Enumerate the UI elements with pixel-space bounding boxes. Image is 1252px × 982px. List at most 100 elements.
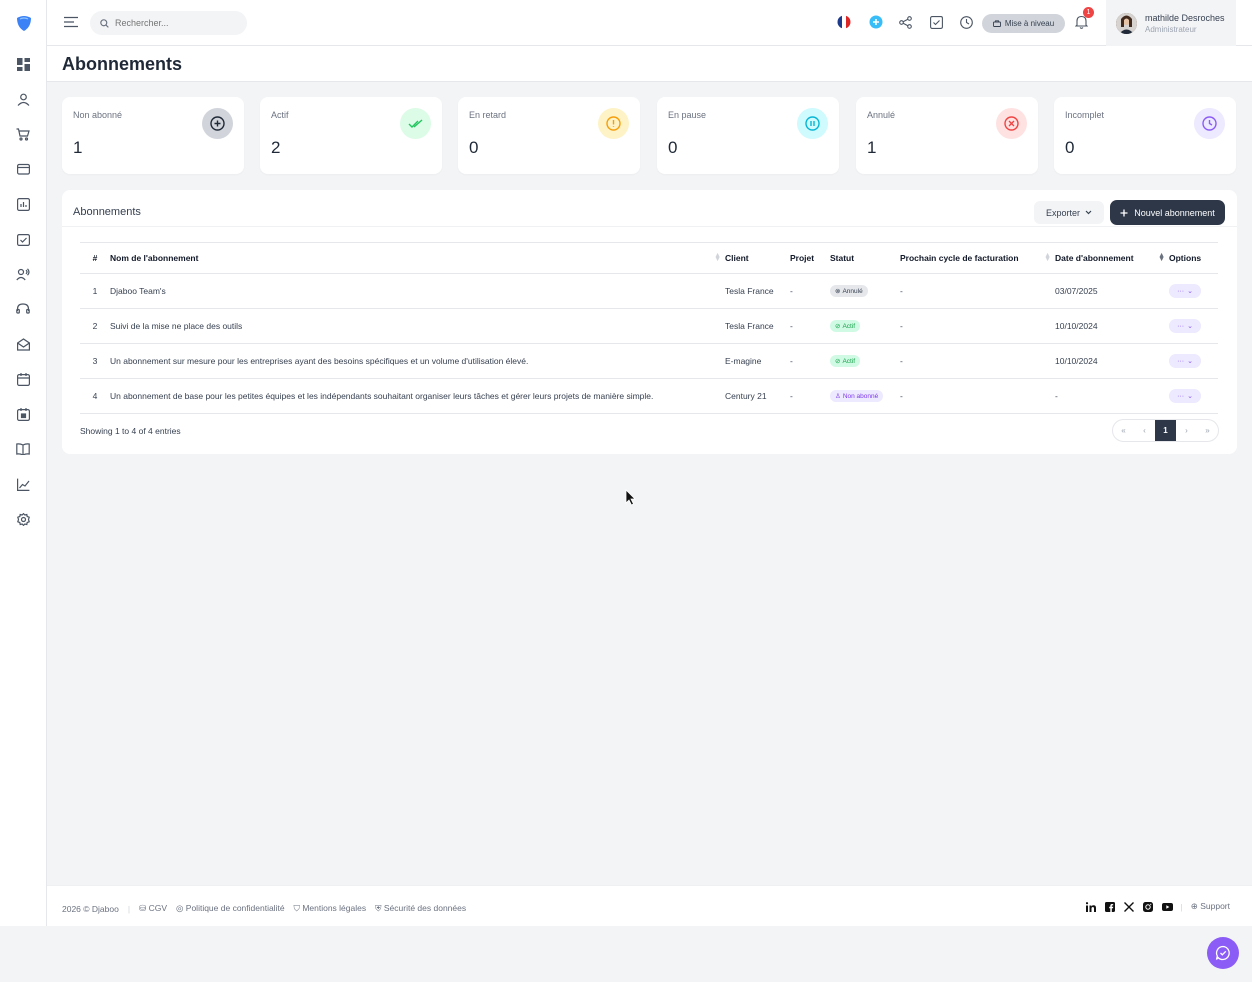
stat-label: Non abonné [73, 110, 123, 120]
options-dropdown-button[interactable]: ··· ⌄ [1169, 389, 1201, 403]
status-label: Non abonné [842, 392, 879, 400]
row-number: 1 [80, 273, 110, 309]
stat-label: Incomplet [1065, 110, 1105, 120]
stat-label: En retard [469, 110, 507, 120]
first-page-button[interactable]: « [1113, 420, 1134, 441]
legal-link[interactable]: ⛉ Mentions légales [294, 903, 367, 914]
chat-widget-button[interactable] [1207, 937, 1239, 969]
user-icon: ♙ [835, 393, 841, 400]
column-header-status: Statut [830, 242, 900, 274]
mail-icon[interactable] [15, 336, 31, 352]
more-icon: ··· [1177, 392, 1185, 400]
privacy-label: Politique de confidentialité [185, 903, 285, 913]
settings-icon[interactable] [15, 511, 31, 527]
subscription-name[interactable]: Un abonnement sur mesure pour les entrep… [110, 343, 725, 379]
task-icon[interactable] [15, 231, 31, 247]
table-row[interactable]: 3 Un abonnement sur mesure pour les entr… [80, 343, 1218, 379]
stat-value: 0 [469, 138, 479, 157]
options-cell: ··· ⌄ [1169, 273, 1218, 309]
next-page-button[interactable]: › [1176, 420, 1197, 441]
status-cell: ⊘ Actif [830, 343, 900, 379]
shield-icon: ⛉ [293, 903, 300, 913]
table-row[interactable]: 1 Djaboo Team's Tesla France - ⊗ Annulé -… [80, 273, 1218, 309]
globe-icon: ⊕ [1190, 901, 1198, 911]
subscription-date: - [1055, 378, 1169, 414]
topbar: Mise à niveau 1 mathilde Desroches Admin… [47, 0, 1252, 46]
history-clock-icon[interactable] [958, 14, 974, 30]
last-page-button[interactable]: » [1197, 420, 1218, 441]
subscription-name[interactable]: Suivi de la mise ne place des outils [110, 308, 725, 344]
panel-title: Abonnements [73, 206, 141, 218]
support-icon[interactable] [15, 301, 31, 317]
support-link[interactable]: ⊕ Support [1191, 901, 1230, 912]
add-circle-icon[interactable] [868, 14, 884, 30]
options-cell: ··· ⌄ [1169, 343, 1218, 379]
report-icon[interactable] [15, 196, 31, 212]
new-subscription-label: Nouvel abonnement [1134, 207, 1215, 218]
chevron-down-icon: ⌄ [1187, 323, 1193, 330]
user-menu[interactable]: mathilde Desroches Administrateur [1106, 0, 1236, 46]
book-icon[interactable] [15, 441, 31, 457]
next-cycle: - [900, 273, 1055, 309]
djaboo-logo[interactable] [15, 14, 33, 32]
facebook-icon[interactable] [1105, 901, 1116, 912]
security-link[interactable]: ⛨ Sécurité des données [375, 903, 466, 914]
column-header-label: Date d'abonnement [1055, 253, 1134, 263]
page-button-current[interactable]: 1 [1155, 420, 1176, 441]
search-input[interactable] [115, 18, 235, 28]
analytics-icon[interactable] [15, 476, 31, 492]
chat-icon [1215, 945, 1230, 961]
avatar [1116, 12, 1137, 34]
cgv-link[interactable]: ⛁ CGV [139, 903, 167, 914]
status-badge: ♙ Non abonné [830, 390, 884, 402]
privacy-link[interactable]: ◎ Politique de confidentialité [176, 903, 285, 914]
instagram-icon[interactable] [1143, 901, 1154, 912]
language-flag-fr-icon[interactable] [836, 14, 852, 30]
client-name: Century 21 [725, 378, 790, 414]
subscription-name[interactable]: Djaboo Team's [110, 273, 725, 309]
x-twitter-icon[interactable] [1124, 901, 1135, 912]
row-number: 4 [80, 378, 110, 414]
stat-label: Actif [271, 110, 289, 120]
cart-icon[interactable] [15, 126, 31, 142]
team-icon[interactable] [15, 266, 31, 282]
new-subscription-button[interactable]: Nouvel abonnement [1110, 200, 1225, 225]
user-icon[interactable] [15, 91, 31, 107]
options-dropdown-button[interactable]: ··· ⌄ [1169, 284, 1201, 298]
search-box[interactable] [90, 11, 247, 35]
subscription-name[interactable]: Un abonnement de base pour les petites é… [110, 378, 725, 414]
youtube-icon[interactable] [1161, 901, 1173, 912]
linkedin-icon[interactable] [1086, 901, 1097, 912]
column-header-date[interactable]: Date d'abonnement ▲ ▼ [1055, 242, 1169, 274]
export-button[interactable]: Exporter [1034, 201, 1104, 224]
menu-toggle-icon[interactable] [64, 15, 78, 29]
column-header-name[interactable]: Nom de l'abonnement ▲ ▼ [110, 242, 725, 274]
status-cell: ♙ Non abonné [830, 378, 900, 414]
plus-icon [1120, 209, 1128, 216]
column-header-next-cycle[interactable]: Prochain cycle de facturation ▲ ▼ [900, 242, 1055, 274]
calendar-icon[interactable] [15, 371, 31, 387]
x-circle-icon [996, 108, 1027, 139]
event-icon[interactable] [15, 406, 31, 422]
checkbox-icon[interactable] [928, 14, 944, 30]
table-row[interactable]: 2 Suivi de la mise ne place des outils T… [80, 308, 1218, 344]
row-number: 3 [80, 343, 110, 379]
options-dropdown-button[interactable]: ··· ⌄ [1169, 354, 1201, 368]
wallet-icon[interactable] [15, 161, 31, 177]
stat-card-incomplete: Incomplet 0 [1054, 97, 1236, 174]
table-header-row: # Nom de l'abonnement ▲ ▼ Client Projet St… [80, 242, 1218, 274]
stat-card-non-subscribed: Non abonné 1 [62, 97, 244, 174]
options-dropdown-button[interactable]: ··· ⌄ [1169, 319, 1201, 333]
footer: 2026 © Djaboo | ⛁ CGV ◎ Politique de con… [47, 885, 1252, 926]
user-role: Administrateur [1145, 24, 1197, 34]
upgrade-button[interactable]: Mise à niveau [982, 14, 1065, 33]
dashboard-icon[interactable] [15, 56, 31, 72]
chevron-down-icon: ⌄ [1187, 288, 1193, 295]
column-header-client: Client [725, 242, 790, 274]
prev-page-button[interactable]: ‹ [1134, 420, 1155, 441]
stat-value: 2 [271, 138, 281, 157]
client-name: Tesla France [725, 308, 790, 344]
lock-shield-icon: ⛨ [375, 903, 382, 913]
table-row[interactable]: 4 Un abonnement de base pour les petites… [80, 378, 1218, 414]
share-icon[interactable] [897, 14, 913, 30]
